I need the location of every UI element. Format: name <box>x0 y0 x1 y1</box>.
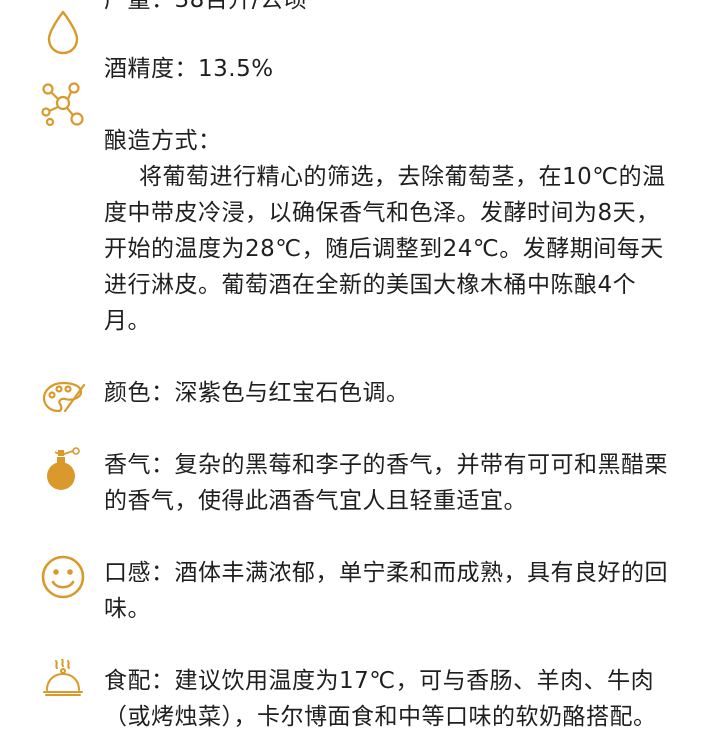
brewing-paragraph-container: 将葡萄进行精心的筛选，去除葡萄茎，在10℃的温度中带皮冷浸，以确保香气和色泽。发… <box>104 159 679 339</box>
smiley-face-icon <box>38 551 88 601</box>
pairing-text: 食配：建议饮用温度为17℃，可与香肠、羊肉、牛肉（或烤烛菜），卡尔博面食和中等口… <box>104 668 657 730</box>
palette-icon <box>38 371 88 421</box>
brewing-title: 酿造方式： <box>104 128 222 154</box>
water-drop-icon <box>38 8 88 58</box>
molecule-icon <box>38 78 88 128</box>
brewing-paragraph: 将葡萄进行精心的筛选，去除葡萄茎，在10℃的温度中带皮冷浸，以确保香气和色泽。发… <box>104 164 666 334</box>
yield-text: 产量：38百升/公顷 <box>104 0 308 13</box>
alcohol-text: 酒精度：13.5% <box>104 56 274 82</box>
color-text: 颜色：深紫色与红宝石色调。 <box>104 380 410 406</box>
perfume-bottle-icon <box>38 445 88 495</box>
aroma-text: 香气：复杂的黑莓和李子的香气，并带有可可和黑醋栗的香气，使得此酒香气宜人且轻重适… <box>104 452 668 514</box>
serving-dish-icon <box>38 659 88 709</box>
taste-text: 口感：酒体丰满浓郁，单宁柔和而成熟，具有良好的回味。 <box>104 560 668 622</box>
